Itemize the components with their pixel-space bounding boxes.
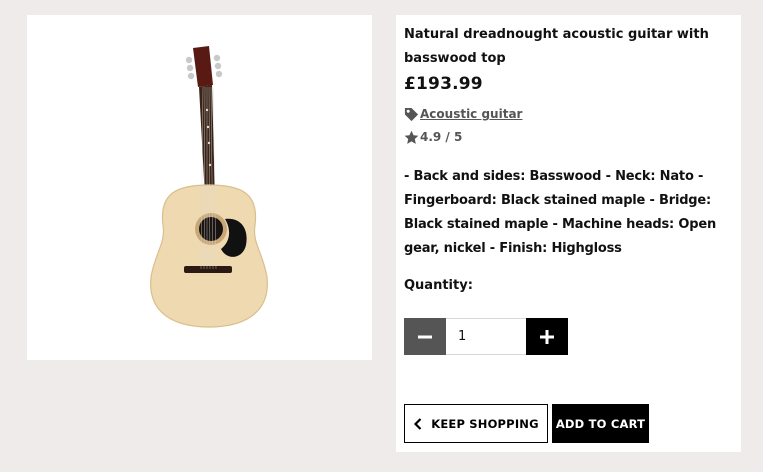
keep-shopping-label: KEEP SHOPPING [431,416,539,431]
quantity-stepper [404,318,568,355]
keep-shopping-button[interactable]: KEEP SHOPPING [404,404,548,443]
rating-value: 4.9 / 5 [420,130,463,144]
product-image-card [27,15,372,360]
decrease-quantity-button[interactable] [404,318,446,355]
chevron-left-icon [414,417,422,430]
quantity-input[interactable] [446,318,526,355]
star-icon [404,130,419,144]
product-details-card: Natural dreadnought acoustic guitar with… [396,15,741,452]
rating-row: 4.9 / 5 [404,128,462,146]
category-row: Acoustic guitar [404,105,522,123]
increase-quantity-button[interactable] [526,318,568,355]
add-to-cart-button[interactable]: ADD TO CART [552,404,649,443]
product-description: - Back and sides: Basswood - Neck: Nato … [404,169,717,256]
tag-icon [404,107,419,121]
minus-icon [418,335,432,338]
plus-icon [540,329,554,344]
product-title: Natural dreadnought acoustic guitar with… [404,27,709,66]
product-image [150,46,268,328]
product-price: £193.99 [404,74,483,94]
quantity-label: Quantity: [404,278,473,293]
category-link[interactable]: Acoustic guitar [420,107,522,121]
